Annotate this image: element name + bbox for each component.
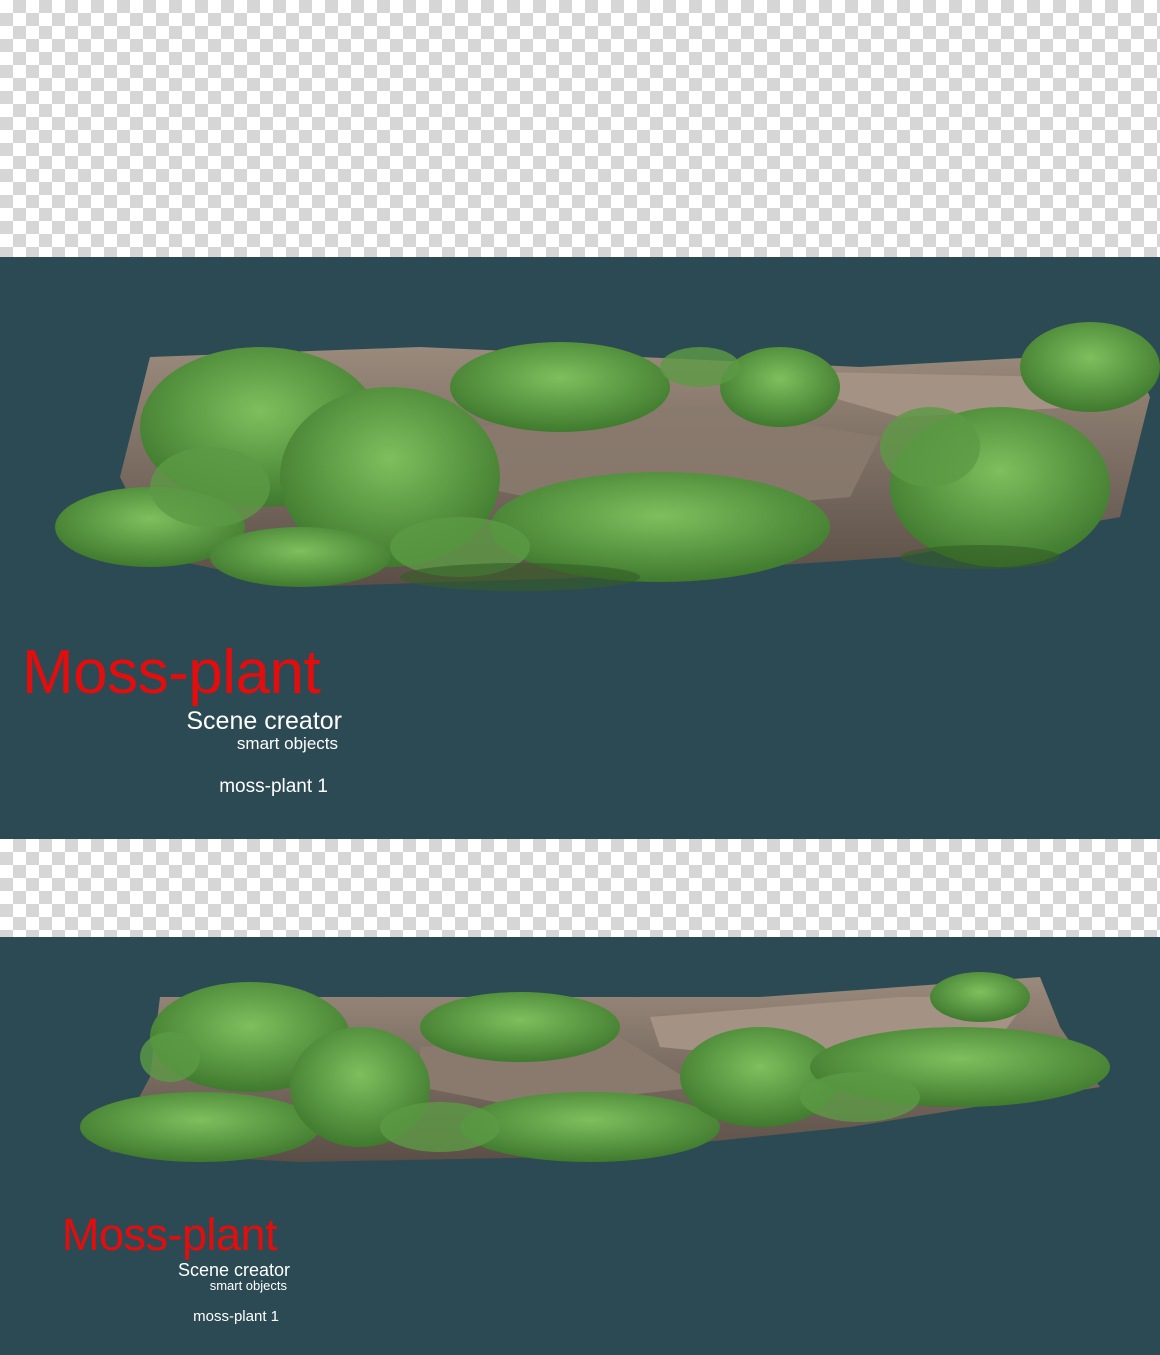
subtitle-small: smart objects [209,1278,287,1293]
caption: moss-plant 1 [193,1308,279,1325]
product-title: Moss-plant [62,1209,278,1260]
product-title: Moss-plant [22,638,321,707]
transparency-checker-middle [0,839,1160,937]
subtitle: Scene creator [186,707,342,735]
moss-log-image-1 [55,322,1160,591]
moss-log-image-2 [80,972,1110,1162]
caption: moss-plant 1 [219,776,328,797]
subtitle-small: smart objects [236,734,338,753]
preview-panel-1: Moss-plant Scene creator smart objects m… [0,257,1160,839]
preview-panel-2: Moss-plant Scene creator smart objects m… [0,937,1160,1355]
transparency-checker-top [0,0,1160,257]
